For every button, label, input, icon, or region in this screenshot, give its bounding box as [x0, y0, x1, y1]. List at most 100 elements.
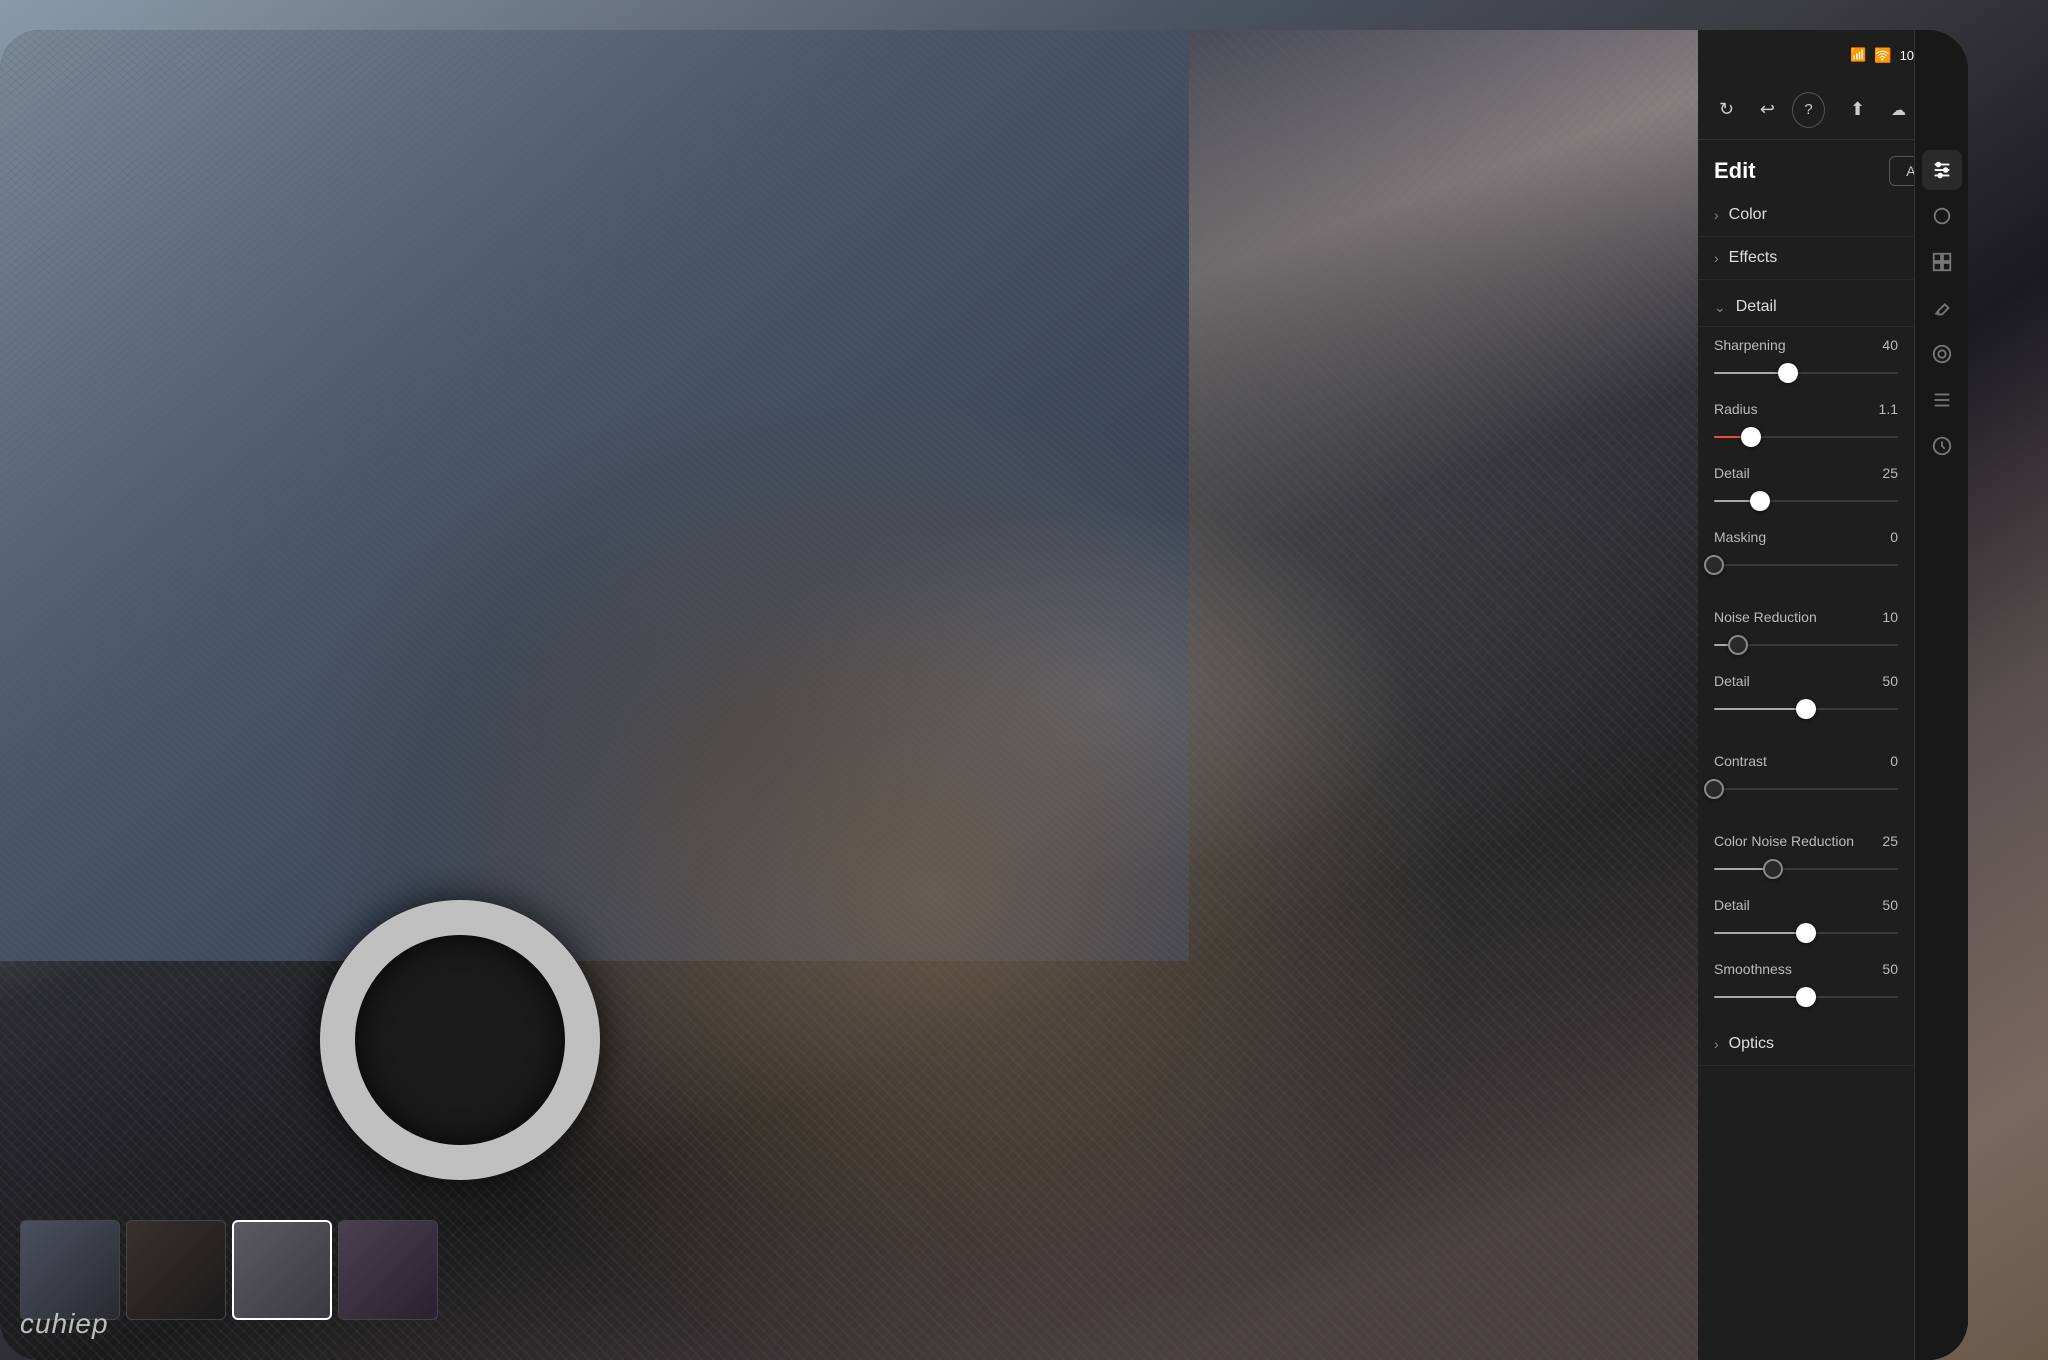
color-chevron-icon: ›: [1714, 207, 1719, 223]
sliders-rail-icon[interactable]: [1922, 150, 1962, 190]
cloud-button[interactable]: ☁: [1882, 92, 1915, 128]
separator-2: [1698, 727, 1914, 743]
history-rail-icon[interactable]: [1922, 426, 1962, 466]
noise-reduction-value: 10: [1868, 609, 1898, 625]
watermark: cuhiep: [20, 1308, 109, 1340]
detail-sub-value: 25: [1868, 465, 1898, 481]
help-button[interactable]: ?: [1792, 92, 1825, 128]
color-noise-label: Color Noise Reduction: [1714, 833, 1854, 849]
color-noise-thumb[interactable]: [1763, 859, 1783, 879]
masking-thumb[interactable]: [1704, 555, 1724, 575]
smoothness-label: Smoothness: [1714, 961, 1792, 977]
sharpening-label-row: Sharpening 40: [1714, 337, 1898, 353]
color-noise-group: Color Noise Reduction 25: [1698, 823, 1914, 887]
share-button[interactable]: ⬆: [1841, 92, 1874, 128]
watermark-text: cuhiep: [20, 1308, 109, 1339]
tablet-device: cuhiep 📶 🛜 100% 🔋: [0, 30, 1968, 1360]
masking-rail: [1714, 564, 1898, 566]
watch-ring: [320, 900, 600, 1180]
photo-area: cuhiep: [0, 30, 1698, 1360]
panel-scroll[interactable]: › Color › Effects ⌄ Detail: [1698, 194, 1914, 1360]
effects-section-row[interactable]: › Effects: [1698, 237, 1914, 280]
separator-3: [1698, 807, 1914, 823]
presets-rail-icon[interactable]: [1922, 380, 1962, 420]
color-section-row[interactable]: › Color: [1698, 194, 1914, 237]
masking-slider[interactable]: [1714, 551, 1898, 579]
optics-chevron-icon: ›: [1714, 1036, 1719, 1052]
contrast-label-row: Contrast 0: [1714, 753, 1898, 769]
radius-group: Radius 1.1: [1698, 391, 1914, 455]
sharpening-slider[interactable]: [1714, 359, 1898, 387]
thumbnail-strip: [20, 1210, 1398, 1330]
noise-reduction-thumb[interactable]: [1728, 635, 1748, 655]
separator-1: [1698, 583, 1914, 599]
contrast-slider[interactable]: [1714, 775, 1898, 803]
signal-icon: 📶: [1850, 47, 1866, 63]
smoothness-group: Smoothness 50: [1698, 951, 1914, 1015]
smoothness-thumb[interactable]: [1796, 987, 1816, 1007]
icon-rail: [1914, 30, 1968, 1360]
right-panel: 📶 🛜 100% 🔋 ↻ ↩ ? ⬆ ☁ ••• Edit Auto: [1698, 30, 1968, 1360]
sharpening-fill: [1714, 372, 1788, 374]
photo-overlay: [0, 30, 1698, 1360]
noise-reduction-group: Noise Reduction 10: [1698, 599, 1914, 663]
color-detail-thumb[interactable]: [1796, 923, 1816, 943]
radius-thumb[interactable]: [1741, 427, 1761, 447]
detail-sub-label: Detail: [1714, 465, 1750, 481]
noise-detail-thumb[interactable]: [1796, 699, 1816, 719]
thumbnail-4[interactable]: [338, 1220, 438, 1320]
color-detail-label: Detail: [1714, 897, 1750, 913]
masking-value: 0: [1868, 529, 1898, 545]
radius-label-row: Radius 1.1: [1714, 401, 1898, 417]
thumbnail-1[interactable]: [20, 1220, 120, 1320]
transform-rail-icon[interactable]: [1922, 242, 1962, 282]
circle-rail-icon[interactable]: [1922, 196, 1962, 236]
contrast-value: 0: [1868, 753, 1898, 769]
detail-thumb[interactable]: [1750, 491, 1770, 511]
color-detail-slider[interactable]: [1714, 919, 1898, 947]
radius-slider[interactable]: [1714, 423, 1898, 451]
noise-detail-label-row: Detail 50: [1714, 673, 1898, 689]
color-section-label: Color: [1729, 206, 1767, 224]
masking-label: Masking: [1714, 529, 1766, 545]
refresh-button[interactable]: ↻: [1710, 92, 1743, 128]
noise-detail-fill: [1714, 708, 1806, 710]
color-noise-value: 25: [1868, 833, 1898, 849]
effects-chevron-icon: ›: [1714, 250, 1719, 266]
detail-slider-group: Detail 25: [1698, 455, 1914, 519]
noise-detail-label: Detail: [1714, 673, 1750, 689]
radius-label: Radius: [1714, 401, 1758, 417]
detail-label-row: Detail 25: [1714, 465, 1898, 481]
sharpening-value: 40: [1868, 337, 1898, 353]
radial-rail-icon[interactable]: [1922, 334, 1962, 374]
detail-header[interactable]: ⌄ Detail: [1698, 288, 1914, 327]
smoothness-label-row: Smoothness 50: [1714, 961, 1898, 977]
smoothness-value: 50: [1868, 961, 1898, 977]
color-noise-slider[interactable]: [1714, 855, 1898, 883]
color-detail-value: 50: [1868, 897, 1898, 913]
healing-rail-icon[interactable]: [1922, 288, 1962, 328]
color-detail-label-row: Detail 50: [1714, 897, 1898, 913]
noise-detail-slider[interactable]: [1714, 695, 1898, 723]
tablet-wrapper: cuhiep 📶 🛜 100% 🔋: [0, 0, 2048, 1360]
noise-reduction-label: Noise Reduction: [1714, 609, 1817, 625]
detail-slider[interactable]: [1714, 487, 1898, 515]
contrast-thumb[interactable]: [1704, 779, 1724, 799]
masking-group: Masking 0: [1698, 519, 1914, 583]
thumbnail-2[interactable]: [126, 1220, 226, 1320]
masking-label-row: Masking 0: [1714, 529, 1898, 545]
noise-detail-group: Detail 50: [1698, 663, 1914, 727]
optics-section-row[interactable]: › Optics: [1698, 1023, 1914, 1066]
color-detail-fill: [1714, 932, 1806, 934]
sharpening-label: Sharpening: [1714, 337, 1786, 353]
noise-reduction-slider[interactable]: [1714, 631, 1898, 659]
noise-reduction-label-row: Noise Reduction 10: [1714, 609, 1898, 625]
undo-button[interactable]: ↩: [1751, 92, 1784, 128]
detail-title: Detail: [1736, 298, 1777, 316]
smoothness-slider[interactable]: [1714, 983, 1898, 1011]
contrast-rail: [1714, 788, 1898, 790]
radius-value: 1.1: [1868, 401, 1898, 417]
sharpening-thumb[interactable]: [1778, 363, 1798, 383]
thumbnail-3-active[interactable]: [232, 1220, 332, 1320]
edit-title: Edit: [1714, 158, 1756, 184]
